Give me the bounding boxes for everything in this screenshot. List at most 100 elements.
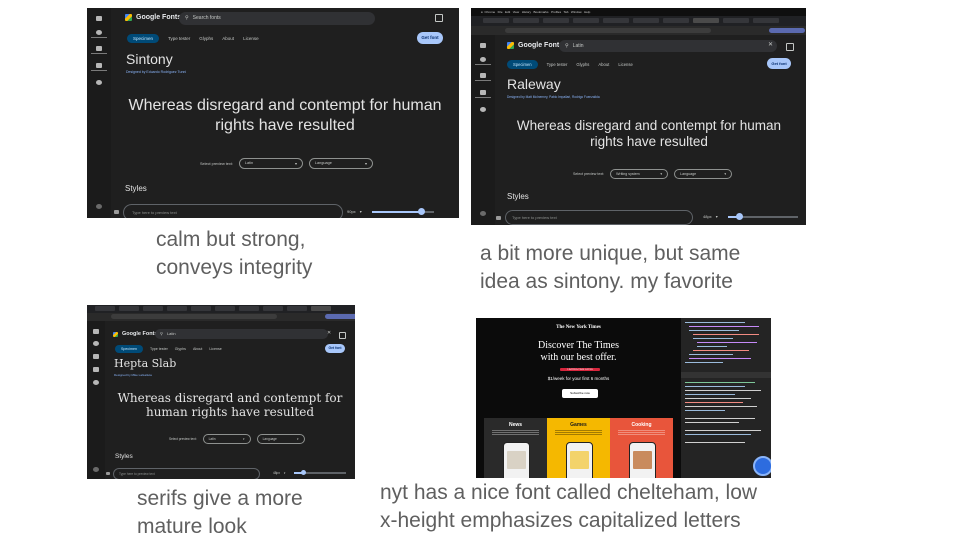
devtools-tab-bar[interactable]: [681, 372, 771, 378]
menu-icon[interactable]: [93, 329, 99, 334]
menu-icon[interactable]: [96, 16, 102, 21]
font-size-value[interactable]: 90px: [347, 209, 356, 214]
search-input[interactable]: ⚲ Latin: [155, 329, 328, 339]
browser-tab[interactable]: [603, 18, 629, 23]
menu-item[interactable]: Window: [571, 10, 582, 14]
menu-item[interactable]: Tab: [564, 10, 569, 14]
browser-tab[interactable]: [753, 18, 779, 23]
tab-about[interactable]: About: [193, 347, 202, 351]
slider-knob[interactable]: [300, 470, 306, 475]
tab-license[interactable]: License: [243, 36, 259, 41]
font-size-slider[interactable]: [293, 470, 346, 475]
browser-tab[interactable]: [513, 18, 539, 23]
menu-item[interactable]: Profiles: [551, 10, 561, 14]
tab-type-tester[interactable]: Type tester: [168, 36, 190, 41]
font-size-value[interactable]: 48px: [273, 471, 280, 475]
help-icon[interactable]: [96, 80, 102, 85]
preview-text-input[interactable]: Type here to preview text: [123, 204, 343, 218]
share-icon[interactable]: [435, 14, 443, 22]
settings-icon[interactable]: [480, 211, 486, 216]
browser-tab[interactable]: [663, 18, 689, 23]
tab-glyphs[interactable]: Glyphs: [576, 62, 589, 67]
preview-text-input[interactable]: Type here to preview text: [113, 468, 260, 479]
font-size-value[interactable]: 48px: [703, 214, 712, 219]
url-field[interactable]: [505, 28, 711, 33]
knowledge-icon[interactable]: [480, 90, 486, 95]
google-fonts-logo[interactable]: Google Fonts: [113, 331, 157, 337]
browser-tab[interactable]: [263, 306, 283, 311]
icons-icon[interactable]: [480, 73, 486, 78]
keyboard-icon[interactable]: [496, 216, 501, 220]
tab-glyphs[interactable]: Glyphs: [199, 36, 213, 41]
preview-text-input[interactable]: Type here to preview text: [505, 210, 693, 225]
browser-tab[interactable]: [311, 306, 331, 311]
knowledge-icon[interactable]: [96, 63, 102, 68]
share-icon[interactable]: [786, 43, 794, 51]
tab-license[interactable]: License: [618, 62, 632, 67]
help-icon[interactable]: [93, 380, 99, 385]
designer-link[interactable]: Designed by Matt McInerney, Pablo Impall…: [507, 95, 600, 99]
slider-knob[interactable]: [417, 207, 425, 215]
fonts-icon[interactable]: [480, 57, 486, 62]
browser-tab[interactable]: [239, 306, 259, 311]
product-card-games[interactable]: Games: [547, 418, 610, 478]
browser-tab[interactable]: [167, 306, 187, 311]
preview-select[interactable]: Writing system ▾: [610, 169, 669, 179]
icons-icon[interactable]: [96, 46, 102, 51]
settings-icon[interactable]: [96, 204, 102, 209]
product-card-news[interactable]: News: [484, 418, 547, 478]
close-icon[interactable]: ✕: [768, 41, 773, 48]
browser-tab[interactable]: [693, 18, 719, 23]
profile-button[interactable]: [769, 28, 805, 33]
keyboard-icon[interactable]: [106, 472, 110, 475]
tab-specimen[interactable]: Specimen: [115, 345, 143, 353]
google-fonts-logo[interactable]: Google Fonts: [507, 42, 563, 49]
menu-icon[interactable]: [480, 43, 486, 48]
fonts-icon[interactable]: [96, 30, 102, 35]
menu-item[interactable]: File: [498, 10, 503, 14]
browser-tab[interactable]: [143, 306, 163, 311]
tab-type-tester[interactable]: Type tester: [547, 62, 568, 67]
browser-tab[interactable]: [483, 18, 509, 23]
browser-tab[interactable]: [633, 18, 659, 23]
get-font-button[interactable]: Get font: [417, 32, 443, 44]
fonts-icon[interactable]: [93, 341, 99, 346]
language-select[interactable]: Language ▾: [256, 434, 305, 444]
product-card-cooking[interactable]: Cooking: [610, 418, 673, 478]
get-font-button[interactable]: Get font: [325, 344, 345, 353]
menu-item[interactable]: Bookmarks: [534, 10, 549, 14]
slider-knob[interactable]: [735, 212, 743, 220]
browser-tab[interactable]: [723, 18, 749, 23]
menu-item[interactable]: View: [513, 10, 519, 14]
browser-tab[interactable]: [543, 18, 569, 23]
share-icon[interactable]: [339, 332, 346, 339]
subscribe-button[interactable]: Subscribe now: [562, 389, 598, 398]
tab-type-tester[interactable]: Type tester: [150, 347, 168, 351]
browser-tab[interactable]: [573, 18, 599, 23]
tab-about[interactable]: About: [598, 62, 609, 67]
browser-tab[interactable]: [119, 306, 139, 311]
settings-icon[interactable]: [93, 467, 99, 472]
nyt-masthead[interactable]: The New York Times: [476, 325, 681, 330]
language-select[interactable]: Language ▾: [308, 158, 373, 169]
apple-icon[interactable]: ●: [481, 10, 483, 14]
get-font-button[interactable]: Get font: [767, 58, 791, 69]
browser-tab[interactable]: [191, 306, 211, 311]
search-input[interactable]: ⚲ Latin: [559, 40, 777, 52]
tab-specimen[interactable]: Specimen: [507, 60, 538, 69]
icons-icon[interactable]: [93, 354, 99, 359]
language-select[interactable]: Language ▾: [674, 169, 733, 179]
menu-item[interactable]: History: [522, 10, 531, 14]
font-size-slider[interactable]: [727, 212, 798, 220]
designer-link[interactable]: Designed by Eduardo Rodriguez Tunni: [126, 70, 186, 74]
tab-license[interactable]: License: [209, 347, 221, 351]
tab-glyphs[interactable]: Glyphs: [175, 347, 186, 351]
url-field[interactable]: [111, 314, 277, 319]
preview-select[interactable]: Latin ▾: [202, 434, 251, 444]
tab-about[interactable]: About: [222, 36, 234, 41]
help-icon[interactable]: [480, 107, 486, 112]
browser-tab[interactable]: [95, 306, 115, 311]
close-icon[interactable]: ✕: [327, 330, 331, 336]
menu-item[interactable]: Chrome: [484, 10, 495, 14]
menu-item[interactable]: Help: [584, 10, 590, 14]
